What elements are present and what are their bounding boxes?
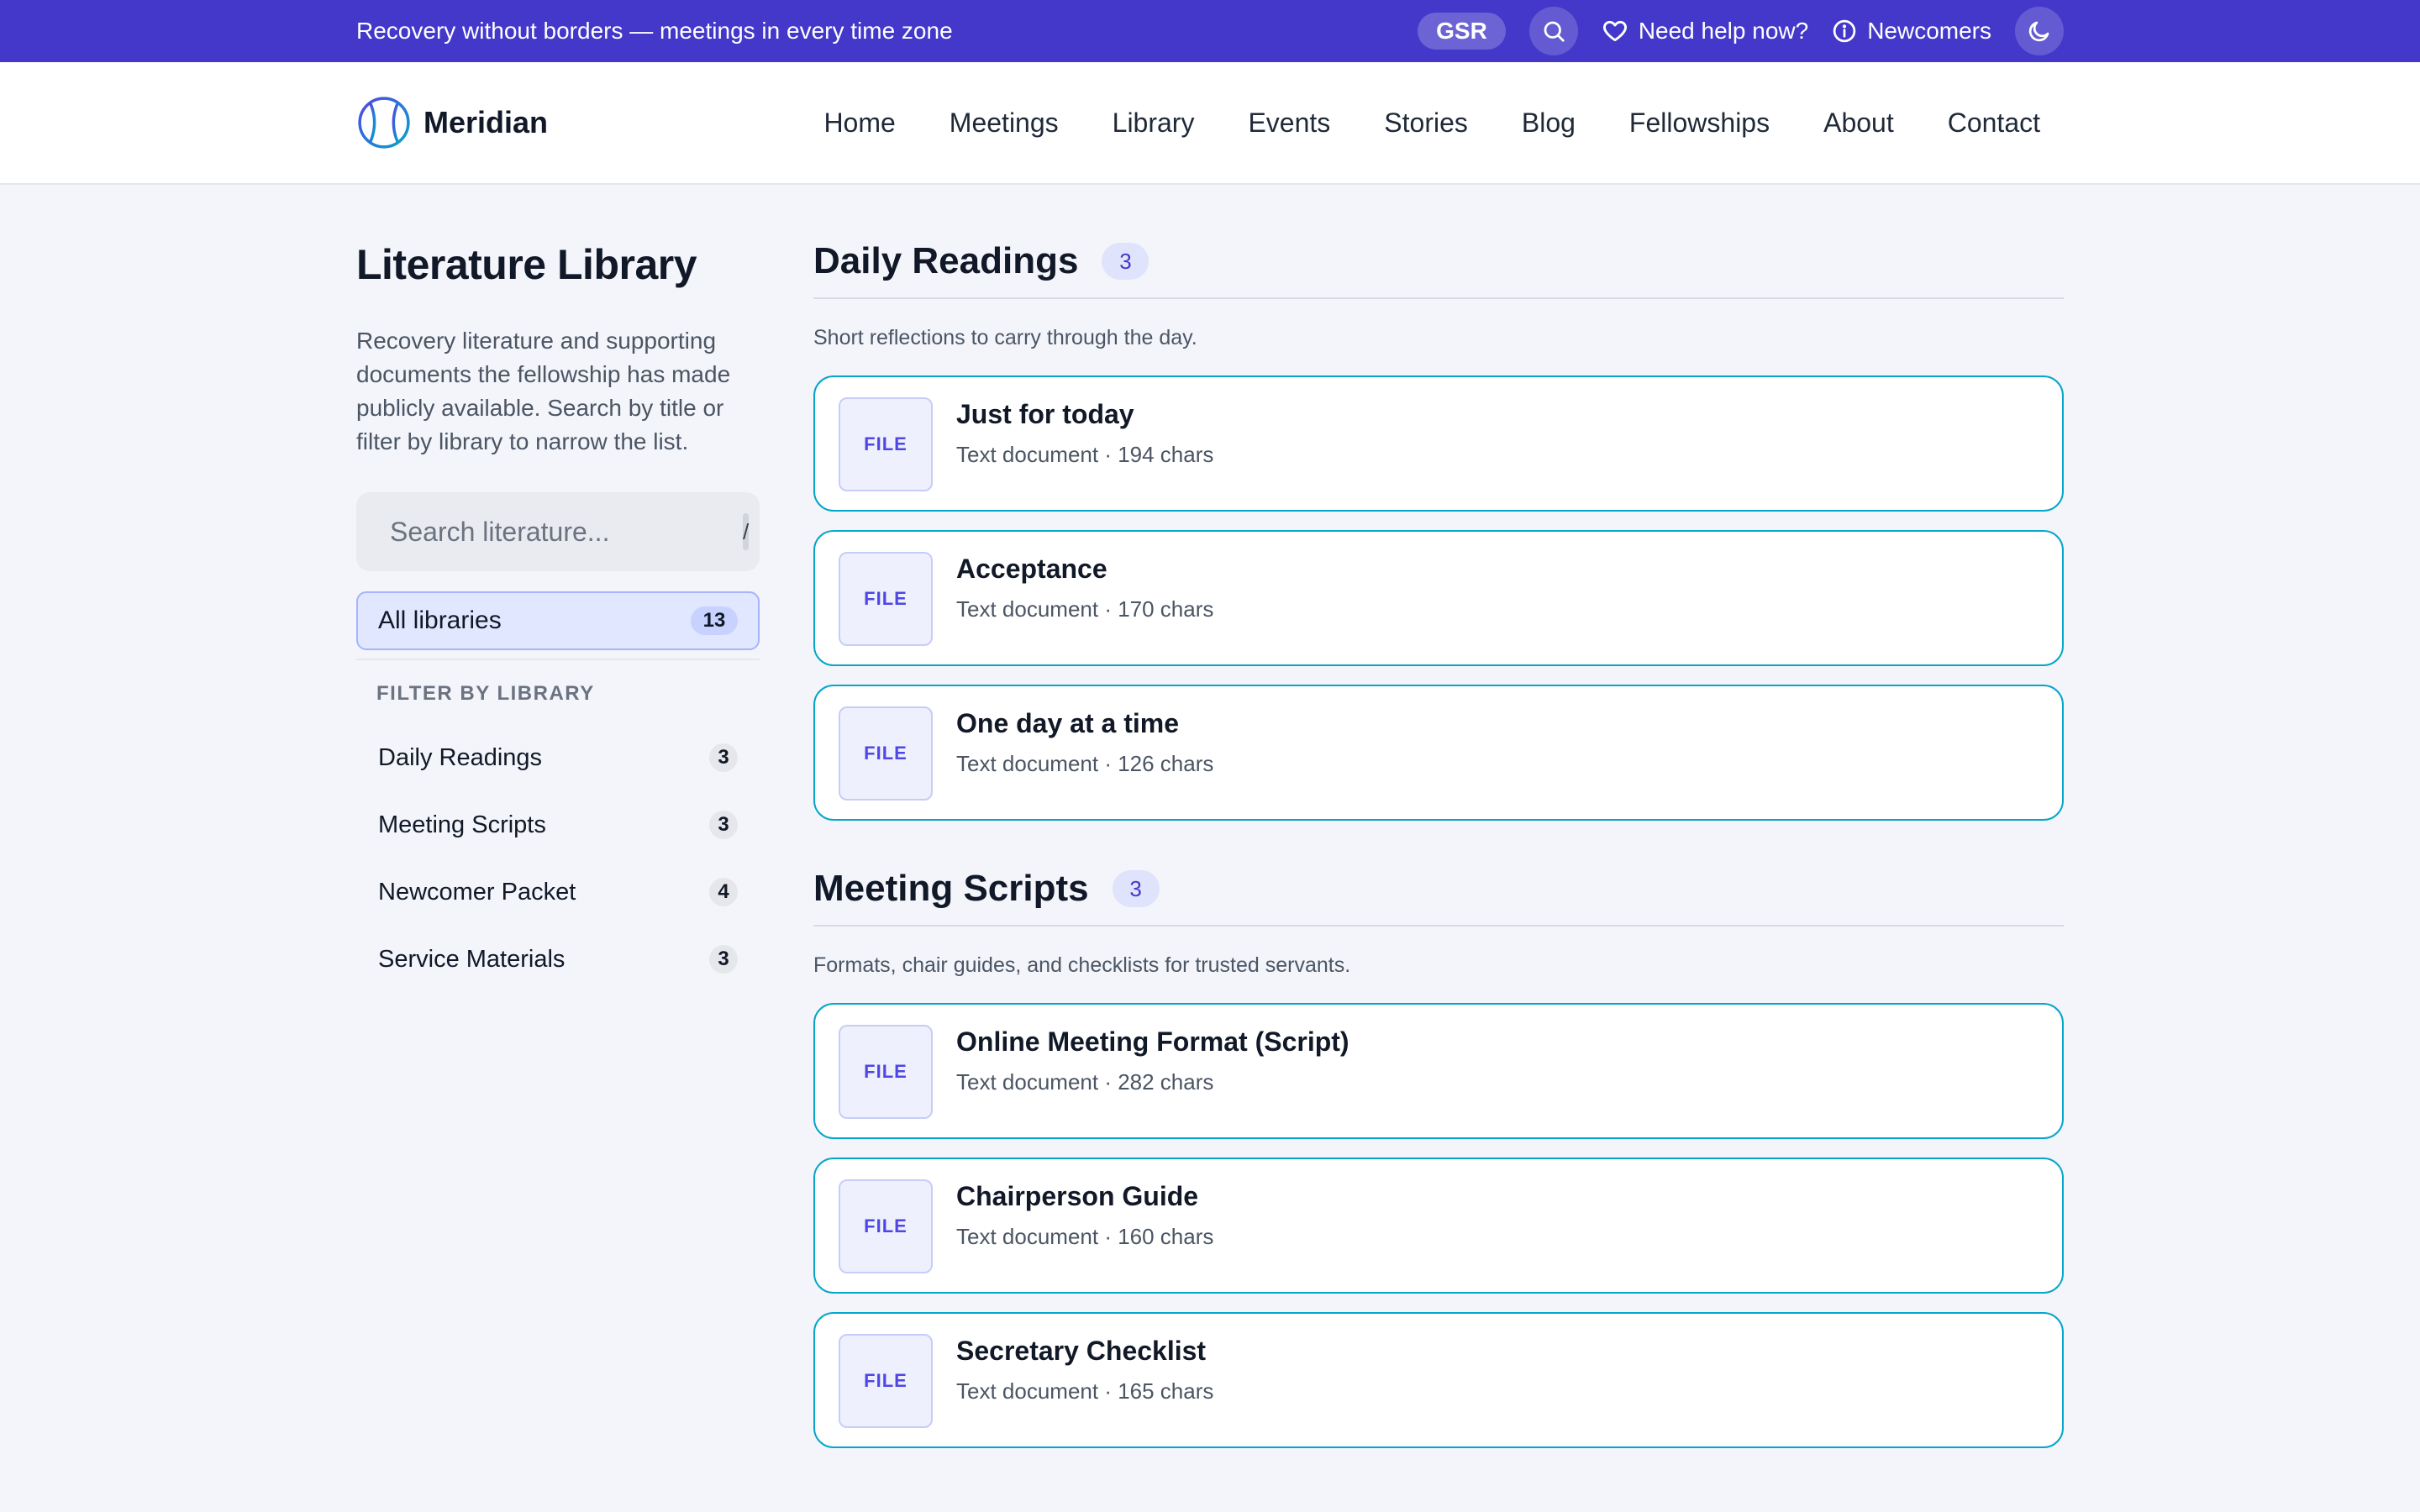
all-libraries-label: All libraries [378, 606, 502, 634]
nav-stories[interactable]: Stories [1357, 108, 1495, 139]
file-icon: FILE [839, 706, 933, 801]
announcement-bar: Recovery without borders — meetings in e… [0, 0, 2420, 62]
file-title: Chairperson Guide [956, 1181, 1199, 1211]
file-meta: Text document · 194 chars [956, 442, 1214, 467]
file-title: Online Meeting Format (Script) [956, 1026, 1349, 1057]
file-title: One day at a time [956, 708, 1179, 738]
file-icon: FILE [839, 1334, 933, 1428]
search-box: / [356, 492, 760, 571]
file-card[interactable]: FILE Secretary Checklist Text document ·… [813, 1312, 2064, 1448]
filter-label: Daily Readings [378, 743, 543, 771]
library-sidebar: Literature Library Recovery literature a… [356, 240, 760, 1495]
announcement-text: Recovery without borders — meetings in e… [356, 18, 953, 44]
section-header: Daily Readings 3 [813, 240, 2064, 299]
filter-label: Meeting Scripts [378, 811, 546, 838]
page-title: Literature Library [356, 241, 697, 288]
brand[interactable]: Meridian [356, 95, 797, 150]
newcomers-link[interactable]: Newcomers [1832, 18, 1991, 45]
search-shortcut-key: / [743, 513, 750, 550]
file-card[interactable]: FILE Just for today Text document · 194 … [813, 375, 2064, 512]
file-meta: Text document · 126 chars [956, 751, 1214, 776]
file-title: Just for today [956, 399, 1134, 429]
section-count-badge: 3 [1102, 243, 1150, 280]
nav-home[interactable]: Home [797, 108, 922, 139]
nav-fellowships[interactable]: Fellowships [1602, 108, 1797, 139]
nav-library[interactable]: Library [1086, 108, 1222, 139]
search-button[interactable] [1528, 7, 1578, 55]
section-description: Short reflections to carry through the d… [813, 326, 1197, 349]
filter-meeting-scripts[interactable]: Meeting Scripts 3 [356, 791, 760, 858]
section-meeting-scripts: Meeting Scripts 3 Formats, chair guides,… [813, 868, 2064, 1448]
file-title: Acceptance [956, 554, 1107, 584]
search-icon [1544, 21, 1565, 42]
nav-meetings[interactable]: Meetings [923, 108, 1086, 139]
filter-label: Service Materials [378, 945, 566, 973]
file-title: Secretary Checklist [956, 1336, 1207, 1366]
page-description: Recovery literature and supporting docum… [356, 328, 731, 454]
file-icon: FILE [839, 397, 933, 491]
section-title: Daily Readings [813, 240, 1079, 281]
all-libraries-filter[interactable]: All libraries 13 [356, 591, 760, 650]
section-header: Meeting Scripts 3 [813, 868, 2064, 927]
section-daily-readings: Daily Readings 3 Short reflections to ca… [813, 240, 2064, 821]
sidebar-divider [356, 659, 760, 660]
file-meta: Text document · 165 chars [956, 1378, 1214, 1404]
filter-count: 3 [709, 743, 738, 772]
brand-name: Meridian [424, 105, 549, 139]
main-nav: Home Meetings Library Events Stories Blo… [797, 108, 2064, 139]
file-icon: FILE [839, 1025, 933, 1119]
filter-count: 3 [709, 945, 738, 974]
file-meta: Text document · 282 chars [956, 1069, 1214, 1095]
main-area: Literature Library Recovery literature a… [356, 185, 2064, 1495]
nav-events[interactable]: Events [1221, 108, 1357, 139]
globe-logo-icon [358, 97, 410, 149]
filter-newcomer-packet[interactable]: Newcomer Packet 4 [356, 858, 760, 926]
file-meta: Text document · 160 chars [956, 1224, 1214, 1249]
nav-contact[interactable]: Contact [1921, 108, 2064, 139]
nav-blog[interactable]: Blog [1495, 108, 1602, 139]
file-card[interactable]: FILE Acceptance Text document · 170 char… [813, 530, 2064, 666]
site-header: Meridian Home Meetings Library Events St… [0, 62, 2420, 185]
file-card[interactable]: FILE One day at a time Text document · 1… [813, 685, 2064, 821]
newcomers-label: Newcomers [1867, 18, 1991, 44]
need-help-link[interactable]: Need help now? [1602, 18, 1808, 45]
file-icon: FILE [839, 1179, 933, 1273]
theme-toggle-button[interactable] [2015, 7, 2064, 55]
section-title: Meeting Scripts [813, 868, 1089, 909]
nav-about[interactable]: About [1797, 108, 1921, 139]
section-count-badge: 3 [1112, 870, 1160, 907]
file-icon: FILE [839, 552, 933, 646]
need-help-label: Need help now? [1638, 18, 1809, 44]
file-card[interactable]: FILE Online Meeting Format (Script) Text… [813, 1003, 2064, 1139]
search-input[interactable] [390, 516, 743, 548]
section-description: Formats, chair guides, and checklists fo… [813, 953, 1351, 977]
moon-icon [2028, 21, 2049, 42]
info-icon [1833, 19, 1856, 43]
gsr-badge[interactable]: GSR [1418, 13, 1506, 50]
filter-service-materials[interactable]: Service Materials 3 [356, 926, 760, 993]
heart-icon [1602, 20, 1627, 42]
library-content: Daily Readings 3 Short reflections to ca… [813, 240, 2064, 1495]
filter-daily-readings[interactable]: Daily Readings 3 [356, 724, 760, 791]
filter-label: Newcomer Packet [378, 878, 576, 906]
file-card[interactable]: FILE Chairperson Guide Text document · 1… [813, 1158, 2064, 1294]
file-meta: Text document · 170 chars [956, 596, 1214, 622]
filter-count: 3 [709, 811, 738, 839]
all-libraries-count: 13 [691, 606, 738, 635]
filter-heading: FILTER BY LIBRARY [376, 682, 595, 705]
filter-count: 4 [709, 878, 738, 906]
